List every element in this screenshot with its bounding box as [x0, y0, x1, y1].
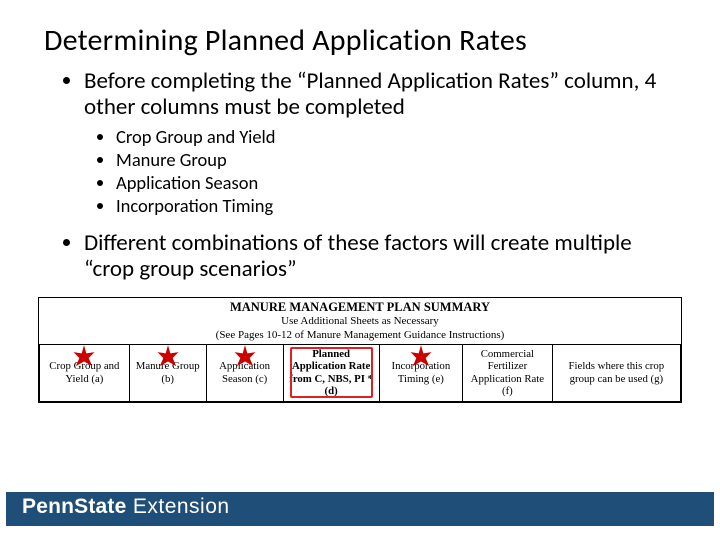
bullet-list: Before completing the “Planned Applicati…: [60, 69, 668, 121]
star-icon: [70, 344, 98, 372]
summary-table: Crop Group and Yield (a) Manure Group (b…: [39, 344, 681, 403]
slide-title: Determining Planned Application Rates: [0, 0, 720, 65]
col-d-label: Planned Application Rate from C, NBS, PI…: [289, 348, 373, 397]
bullet-2: Different combinations of these factors …: [84, 231, 668, 283]
col-g: Fields where this crop group can be used…: [552, 344, 680, 402]
col-d: Planned Application Rate from C, NBS, PI…: [283, 344, 379, 402]
slide-body: Before completing the “Planned Applicati…: [0, 65, 720, 283]
star-icon: [154, 344, 182, 372]
star-icon: [407, 344, 435, 372]
bullet-1: Before completing the “Planned Applicati…: [84, 69, 668, 121]
brand-part2: State: [74, 495, 126, 518]
table-header-row: Crop Group and Yield (a) Manure Group (b…: [40, 344, 681, 402]
summary-table-title: MANURE MANAGEMENT PLAN SUMMARY: [39, 298, 681, 315]
sub-bullet-2: Manure Group: [116, 148, 668, 171]
summary-table-sub2: (See Pages 10-12 of Manure Management Gu…: [39, 329, 681, 344]
brand-logo: PennState Extension: [22, 495, 230, 519]
col-g-label: Fields where this crop group can be used…: [569, 360, 665, 384]
sub-bullet-4: Incorporation Timing: [116, 194, 668, 217]
sub-bullet-1: Crop Group and Yield: [116, 125, 668, 148]
brand-part3: Extension: [127, 495, 230, 518]
summary-table-sub1: Use Additional Sheets as Necessary: [39, 315, 681, 330]
sub-bullet-3: Application Season: [116, 171, 668, 194]
col-f-label: Commercial Fertilizer Application Rate (…: [471, 348, 544, 397]
footer: PennState Extension: [0, 492, 720, 526]
col-c: Application Season (c): [206, 344, 283, 402]
col-e: Incorporation Timing (e): [379, 344, 462, 402]
bullet-list-2: Different combinations of these factors …: [60, 231, 668, 283]
col-f: Commercial Fertilizer Application Rate (…: [463, 344, 553, 402]
summary-table-container: MANURE MANAGEMENT PLAN SUMMARY Use Addit…: [38, 297, 682, 404]
star-icon: [231, 344, 259, 372]
col-b: Manure Group (b): [129, 344, 206, 402]
col-a: Crop Group and Yield (a): [40, 344, 130, 402]
sub-bullet-list: Crop Group and Yield Manure Group Applic…: [60, 125, 668, 218]
brand-part1: Penn: [22, 495, 74, 518]
slide: Determining Planned Application Rates Be…: [0, 0, 720, 540]
